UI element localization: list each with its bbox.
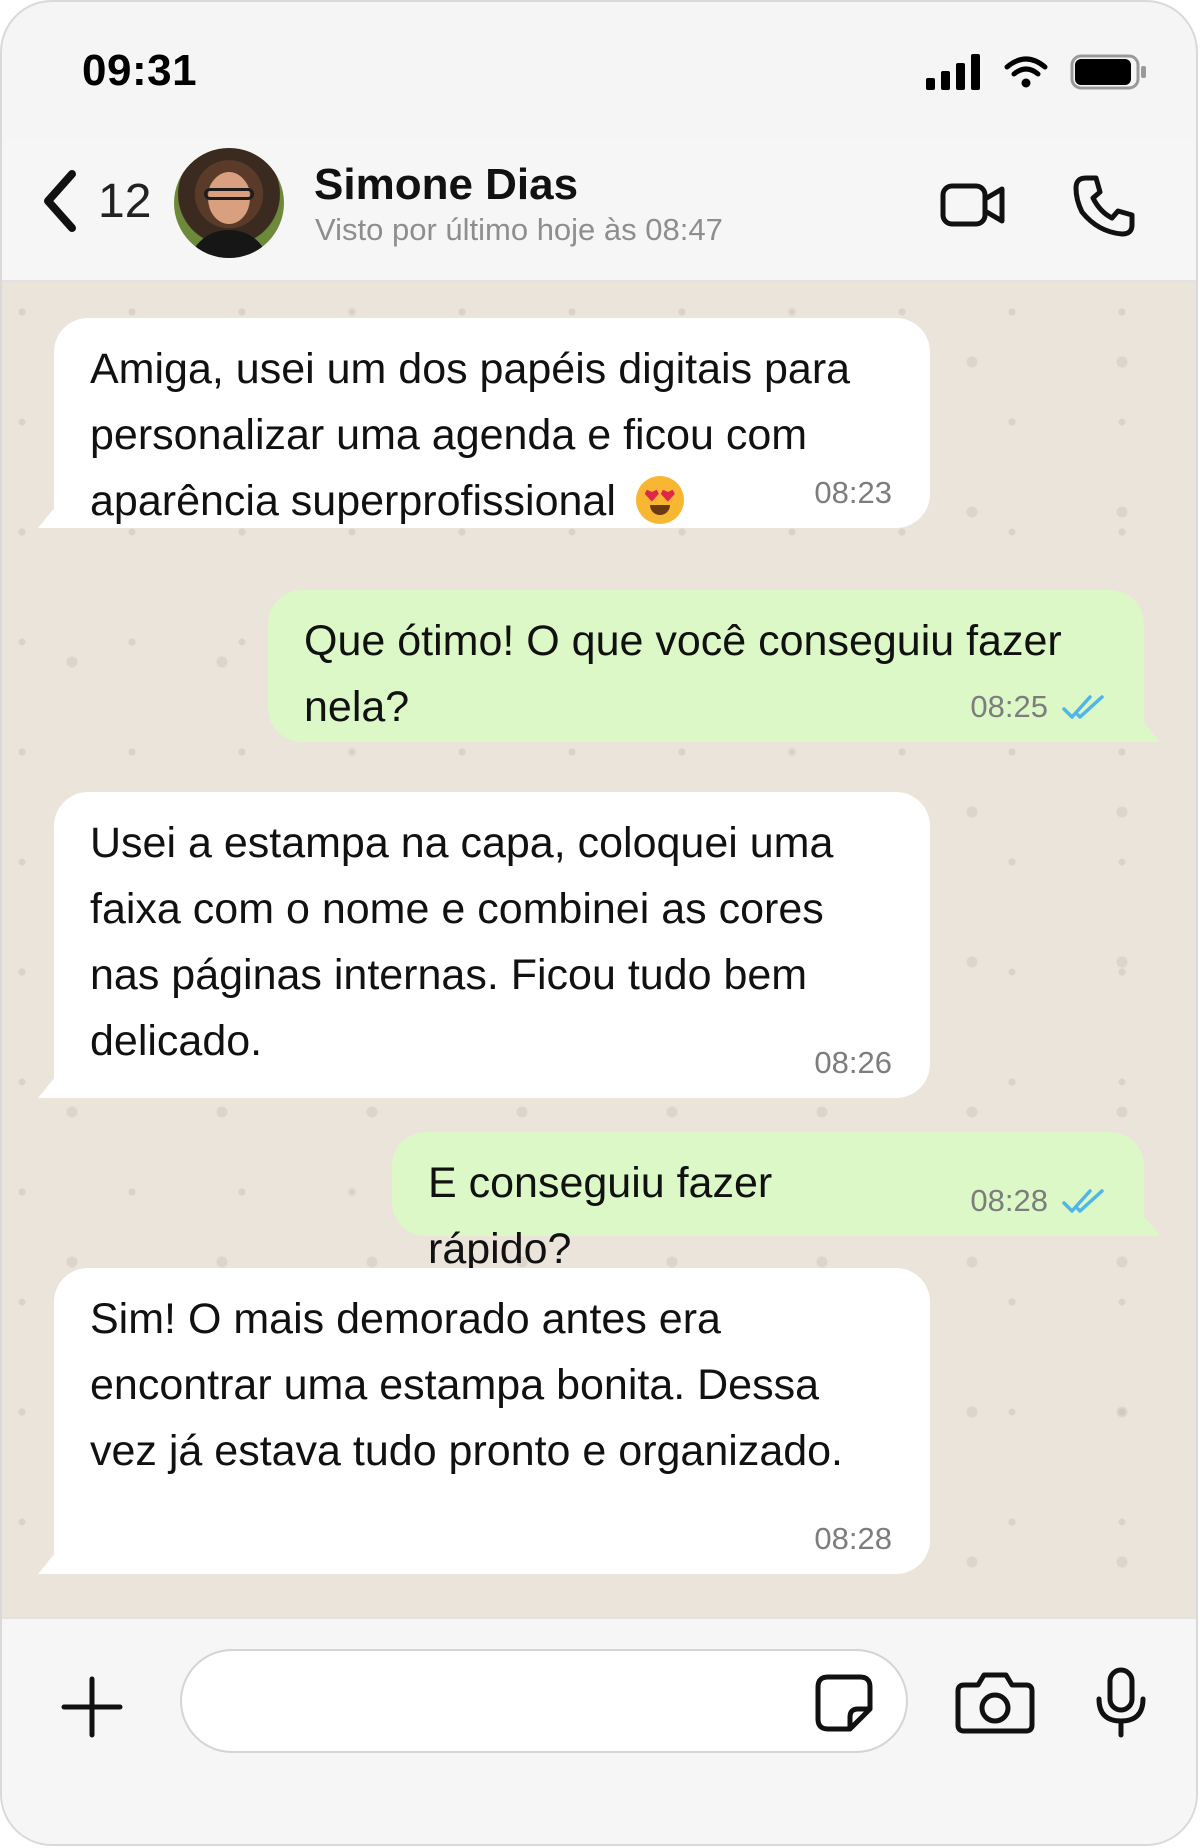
message-incoming[interactable]: Amiga, usei um dos papéis digitais para … bbox=[38, 318, 930, 528]
back-chevron-icon bbox=[44, 170, 76, 232]
avatar-glasses bbox=[204, 188, 254, 200]
message-outgoing[interactable]: Que ótimo! O que você conseguiu fazer ne… bbox=[268, 590, 1160, 742]
message-input[interactable] bbox=[180, 1649, 908, 1753]
sticker-icon[interactable] bbox=[814, 1673, 874, 1733]
message-outgoing[interactable]: E conseguiu fazer rápido? 08:28 bbox=[392, 1132, 1160, 1273]
chat-area[interactable]: Amiga, usei um dos papéis digitais para … bbox=[2, 282, 1196, 1617]
message-input-bar bbox=[2, 1617, 1196, 1844]
status-time: 09:31 bbox=[82, 46, 198, 95]
message-time: 08:28 bbox=[814, 1521, 892, 1556]
back-button[interactable]: 12 bbox=[40, 168, 151, 234]
plus-icon[interactable] bbox=[60, 1675, 124, 1739]
message-text: Sim! O mais demorado antes era encontrar… bbox=[90, 1295, 844, 1475]
message-time: 08:28 bbox=[970, 1183, 1048, 1218]
double-check-icon bbox=[1062, 694, 1104, 719]
last-seen-status: Visto por último hoje às 08:47 bbox=[315, 212, 723, 247]
contact-name[interactable]: Simone Dias bbox=[314, 160, 578, 210]
microphone-icon[interactable] bbox=[1094, 1667, 1148, 1739]
contact-avatar[interactable] bbox=[174, 148, 284, 258]
video-call-icon[interactable] bbox=[940, 182, 1006, 228]
message-time: 08:25 bbox=[970, 689, 1048, 724]
message-incoming[interactable]: Sim! O mais demorado antes era encontrar… bbox=[38, 1268, 930, 1574]
message-text: Que ótimo! O que você conseguiu fazer ne… bbox=[304, 617, 1062, 731]
unread-count: 12 bbox=[98, 174, 152, 228]
phone-icon[interactable] bbox=[1072, 174, 1136, 238]
status-icons bbox=[926, 50, 1150, 94]
chat-header: 12 Simone Dias Visto por último hoje às … bbox=[2, 138, 1196, 282]
avatar-shirt bbox=[188, 230, 270, 258]
message-text: Amiga, usei um dos papéis digitais para … bbox=[90, 345, 851, 525]
message-incoming[interactable]: Usei a estampa na capa, coloquei uma fai… bbox=[38, 792, 930, 1098]
double-check-icon bbox=[1062, 1188, 1104, 1213]
camera-icon[interactable] bbox=[954, 1671, 1036, 1735]
message-time: 08:26 bbox=[814, 1045, 892, 1080]
smiling-face-with-heart-eyes-icon bbox=[635, 475, 684, 524]
message-text: Usei a estampa na capa, coloquei uma fai… bbox=[90, 819, 834, 1065]
phone-frame: 09:31 12 Simone Dias Visto por último ho… bbox=[0, 0, 1198, 1846]
signal-icon bbox=[926, 54, 980, 90]
message-time: 08:23 bbox=[814, 475, 892, 510]
battery-icon bbox=[1070, 54, 1146, 90]
message-text: E conseguiu fazer rápido? bbox=[428, 1159, 773, 1273]
wifi-icon bbox=[1004, 56, 1048, 88]
